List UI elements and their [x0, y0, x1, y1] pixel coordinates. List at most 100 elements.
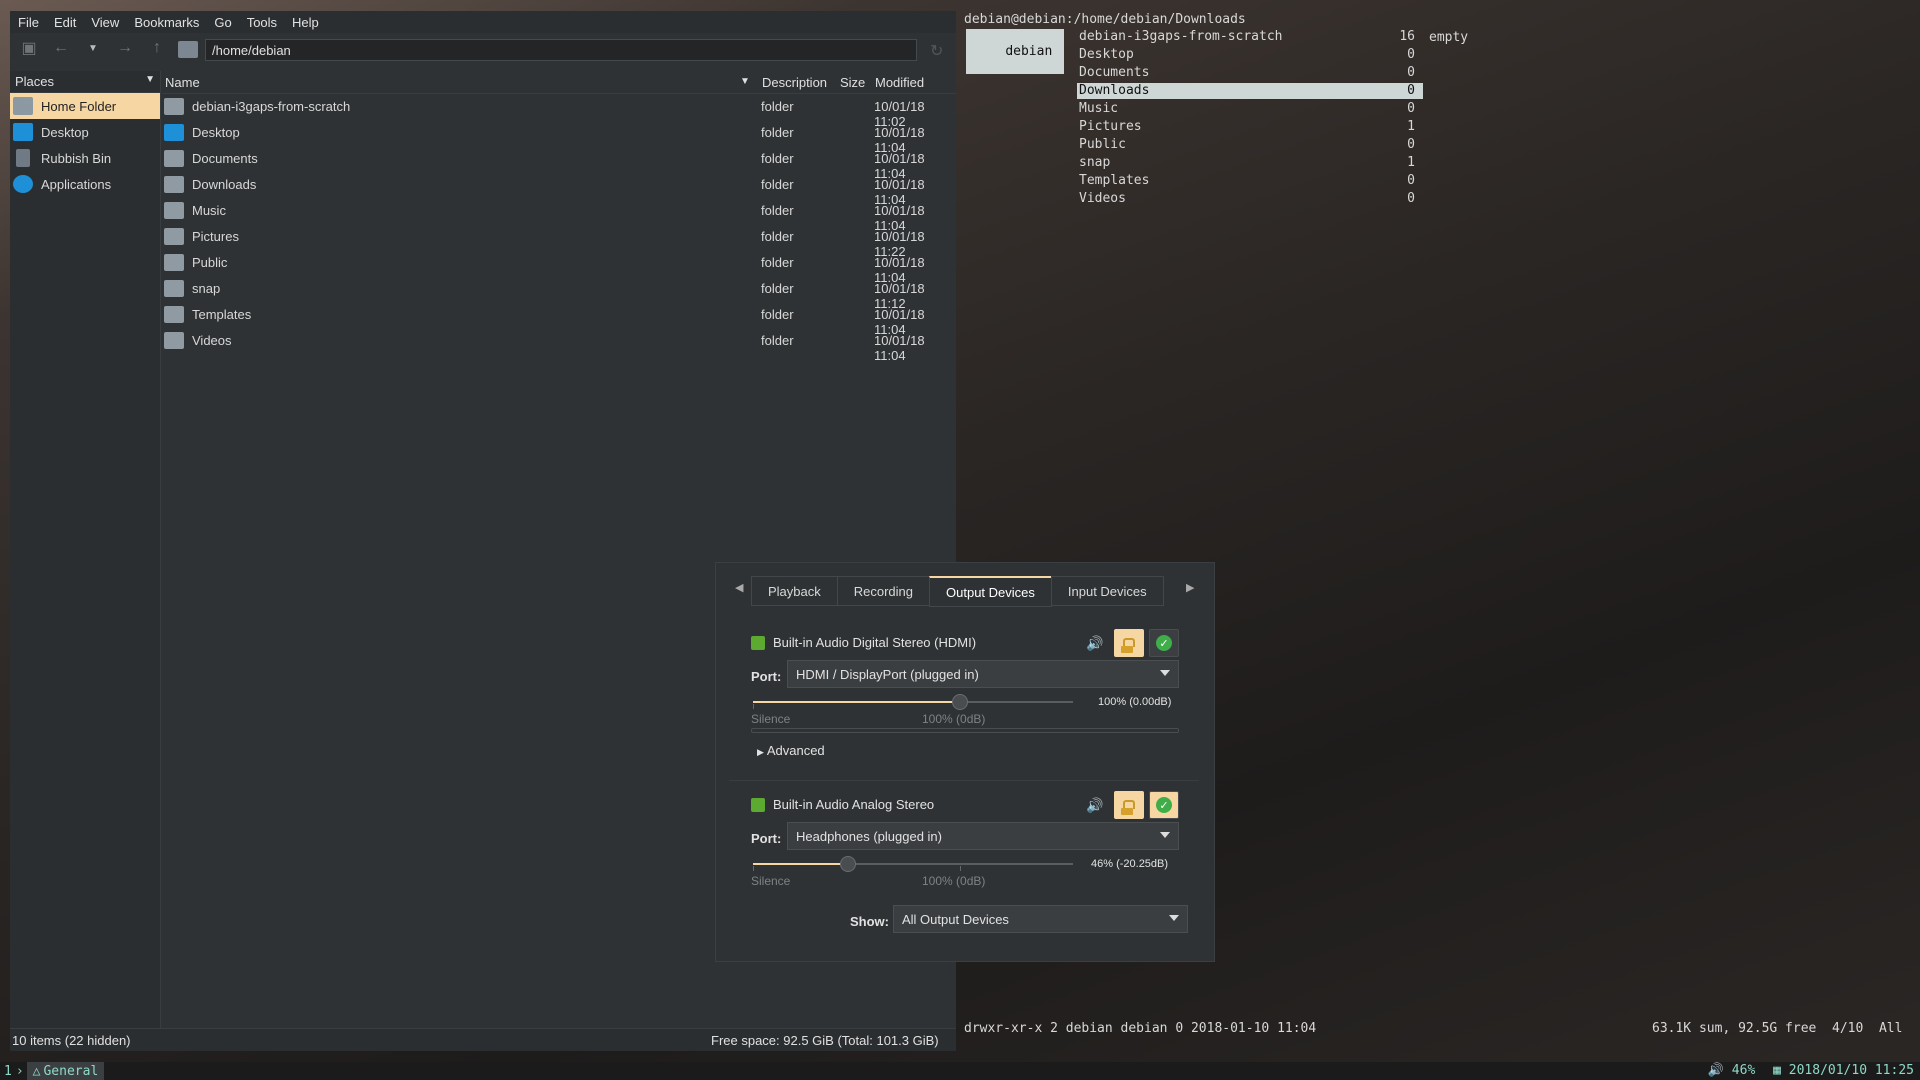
ranger-entry[interactable]: Templates 0: [1077, 173, 1423, 189]
menu-tools[interactable]: Tools: [247, 15, 277, 30]
table-row[interactable]: Desktop folder 10/01/18 11:04: [162, 120, 956, 155]
tab-input-devices[interactable]: Input Devices: [1050, 576, 1164, 606]
sidebar-item-home-folder[interactable]: Home Folder: [10, 93, 160, 119]
file-name: Downloads: [192, 177, 257, 192]
volume-level: 46%: [1731, 1063, 1756, 1078]
silence-label: Silence: [751, 874, 791, 888]
table-row[interactable]: Documents folder 10/01/18 11:04: [162, 146, 956, 181]
advanced-expander[interactable]: ▶ Advanced: [757, 743, 825, 758]
column-name[interactable]: Name: [165, 75, 200, 90]
volume-slider[interactable]: [753, 856, 1073, 872]
table-row[interactable]: Music folder 10/01/18 11:04: [162, 198, 956, 233]
workspace-indicator[interactable]: 1 › △ General: [0, 1062, 105, 1080]
sidebar-item-desktop[interactable]: Desktop: [10, 119, 160, 145]
item-count: 10 items (22 hidden): [12, 1033, 131, 1048]
file-name: Music: [192, 203, 226, 218]
ranger-entry[interactable]: Downloads 0: [1077, 83, 1423, 99]
speaker-icon[interactable]: 🔊: [1086, 635, 1103, 652]
linux-icon: △: [32, 1063, 41, 1079]
ranger-entry[interactable]: Documents 0: [1077, 65, 1423, 81]
lock-channels-button[interactable]: [1114, 629, 1144, 657]
tab-scroll-left-icon[interactable]: ◀: [735, 581, 743, 594]
ranger-entry[interactable]: Pictures 1: [1077, 119, 1423, 135]
entry-name: Public: [1079, 137, 1126, 152]
check-icon: ✓: [1156, 797, 1172, 813]
file-name: Public: [192, 255, 228, 270]
speaker-icon[interactable]: 🔊: [1086, 797, 1103, 814]
menu-edit[interactable]: Edit: [54, 15, 76, 30]
new-tab-icon[interactable]: ▣: [18, 37, 40, 59]
device-title: Built-in Audio Analog Stereo: [773, 797, 935, 812]
ranger-entry[interactable]: snap 1: [1077, 155, 1423, 171]
folder-icon: [164, 332, 184, 349]
sidebar-item-applications[interactable]: Applications: [10, 171, 160, 197]
menu-view[interactable]: View: [91, 15, 119, 30]
chevron-down-icon[interactable]: ▼: [145, 74, 155, 89]
tab-scroll-right-icon[interactable]: ▶: [1186, 581, 1194, 594]
entry-count: 0: [1407, 83, 1415, 98]
history-dropdown-icon[interactable]: ▼: [82, 37, 104, 59]
ranger-entry[interactable]: debian-i3gaps-from-scratch 16: [1077, 29, 1423, 45]
slider-tick-100: [960, 866, 961, 871]
back-arrow-icon[interactable]: ←: [50, 37, 72, 59]
volume-slider-knob[interactable]: [840, 856, 857, 872]
table-row[interactable]: debian-i3gaps-from-scratch folder 10/01/18…: [162, 94, 956, 129]
volume-slider-fill: [753, 863, 849, 865]
folder-icon: [164, 176, 184, 193]
menu-file[interactable]: File: [18, 15, 39, 30]
menu-help[interactable]: Help: [292, 15, 319, 30]
file-name: snap: [192, 281, 221, 296]
ranger-entry[interactable]: Music 0: [1077, 101, 1423, 117]
sidebar-item-rubbish-bin[interactable]: Rubbish Bin: [10, 145, 160, 171]
column-size[interactable]: Size: [840, 75, 865, 90]
show-select[interactable]: All Output Devices: [893, 905, 1188, 933]
port-label: Port:: [751, 831, 782, 846]
entry-count: 0: [1407, 173, 1415, 188]
menu-go[interactable]: Go: [214, 15, 231, 30]
silence-label: Silence: [751, 712, 791, 726]
set-default-button[interactable]: ✓: [1149, 791, 1179, 819]
ranger-entry[interactable]: Videos 0: [1077, 191, 1423, 207]
status-panel: 1 › △ General 🔊 46% ▦ 2018/01/10 11:25: [0, 1062, 1920, 1080]
ranger-entry[interactable]: Public 0: [1077, 137, 1423, 153]
port-select[interactable]: HDMI / DisplayPort (plugged in): [787, 660, 1179, 688]
port-select[interactable]: Headphones (plugged in): [787, 822, 1179, 850]
show-label: Show:: [850, 914, 889, 929]
volume-control-window: ◀ Playback Recording Output Devices Inpu…: [715, 562, 1215, 962]
folder-icon: [164, 150, 184, 167]
table-row[interactable]: Pictures folder 10/01/18 11:22: [162, 224, 956, 259]
volume-slider[interactable]: [753, 694, 1073, 710]
ranger-entry[interactable]: Desktop 0: [1077, 47, 1423, 63]
menu-bookmarks[interactable]: Bookmarks: [134, 15, 199, 30]
up-arrow-icon[interactable]: ↑: [146, 37, 168, 59]
entry-name: snap: [1079, 155, 1111, 170]
terminal-status-right: 63.1K sum, 92.5G free 4/10 All: [1652, 1021, 1903, 1036]
entry-name: Videos: [1079, 191, 1126, 206]
device-separator: [729, 780, 1199, 781]
tab-output-devices[interactable]: Output Devices: [929, 576, 1052, 607]
set-default-button[interactable]: ✓: [1149, 629, 1179, 657]
forward-arrow-icon[interactable]: →: [114, 37, 136, 59]
column-modified[interactable]: Modified: [875, 75, 924, 90]
entry-count: 0: [1407, 101, 1415, 116]
volume-slider-knob[interactable]: [952, 694, 968, 710]
expander-arrow-icon: ▶: [757, 747, 764, 757]
lock-channels-button[interactable]: [1114, 791, 1144, 819]
sidebar-item-label: Rubbish Bin: [41, 150, 112, 166]
entry-count: 1: [1407, 155, 1415, 170]
workspace-name[interactable]: △ General: [26, 1062, 105, 1080]
table-row[interactable]: Public folder 10/01/18 11:04: [162, 250, 956, 285]
tab-recording[interactable]: Recording: [836, 576, 931, 606]
path-input[interactable]: /home/debian: [205, 39, 917, 61]
table-row[interactable]: Downloads folder 10/01/18 11:04: [162, 172, 956, 207]
file-name: Desktop: [192, 125, 240, 140]
column-description[interactable]: Description: [762, 75, 827, 90]
tab-playback[interactable]: Playback: [751, 576, 838, 606]
table-row[interactable]: snap folder 10/01/18 11:12: [162, 276, 956, 311]
places-header[interactable]: Places ▼: [10, 71, 160, 93]
applications-icon: [13, 175, 33, 193]
table-row[interactable]: Videos folder 10/01/18 11:04: [162, 328, 956, 363]
table-row[interactable]: Templates folder 10/01/18 11:04: [162, 302, 956, 337]
parent-dir[interactable]: debian: [966, 29, 1064, 74]
reload-icon[interactable]: ↻: [930, 41, 943, 61]
